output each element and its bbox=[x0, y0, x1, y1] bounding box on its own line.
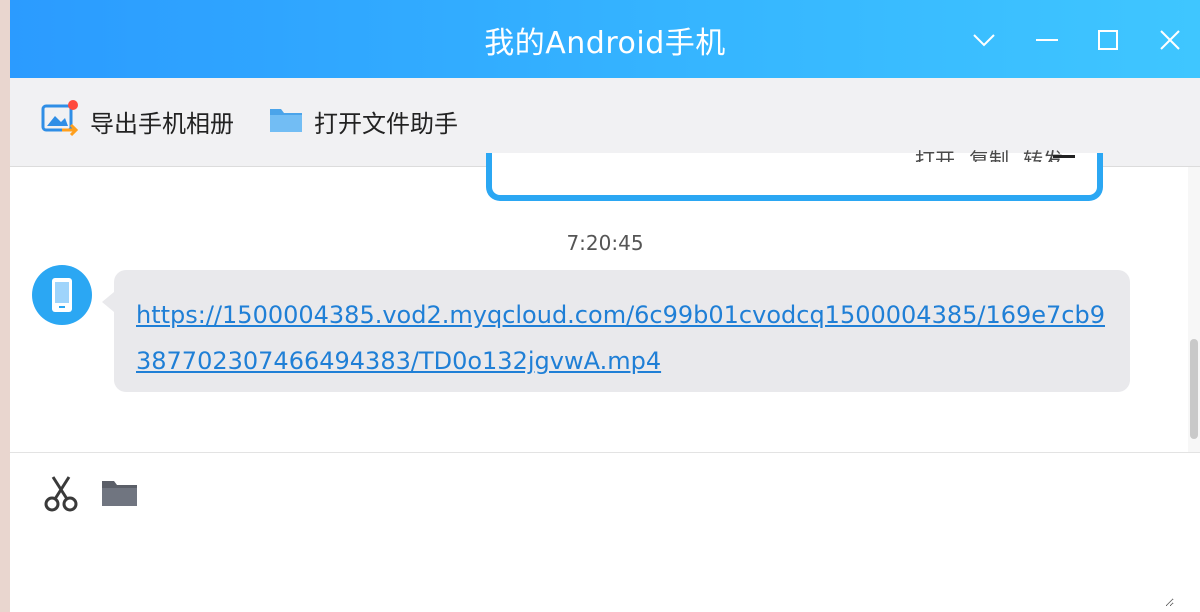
scrollbar-thumb[interactable] bbox=[1190, 339, 1198, 439]
phone-avatar-icon bbox=[32, 265, 92, 325]
title-bar[interactable]: 我的Android手机 bbox=[10, 0, 1200, 78]
open-file-assistant-label: 打开文件助手 bbox=[314, 109, 458, 138]
message-link[interactable]: https://1500004385.vod2.myqcloud.com/6c9… bbox=[136, 292, 1116, 384]
card-menu-dash[interactable] bbox=[1053, 155, 1075, 158]
chat-history[interactable]: 打开 复制 转发 7:20:45 https://1500004385.vod2… bbox=[10, 148, 1200, 452]
card-action-forward[interactable]: 转发 bbox=[1023, 144, 1063, 162]
card-action-open[interactable]: 打开 bbox=[915, 144, 955, 162]
chevron-down-icon[interactable] bbox=[964, 20, 1004, 60]
export-album-icon bbox=[40, 99, 80, 143]
maximize-icon[interactable] bbox=[1088, 20, 1128, 60]
file-card-partial[interactable]: 打开 复制 转发 bbox=[486, 148, 1103, 201]
minimize-icon[interactable] bbox=[1027, 20, 1067, 60]
message-input[interactable] bbox=[30, 523, 1174, 607]
window-title: 我的Android手机 bbox=[484, 26, 726, 61]
close-icon[interactable] bbox=[1150, 20, 1190, 60]
open-file-assistant-button[interactable]: 打开文件助手 bbox=[268, 98, 458, 144]
message-bubble: https://1500004385.vod2.myqcloud.com/6c9… bbox=[102, 270, 1130, 392]
message-timestamp: 7:20:45 bbox=[566, 231, 644, 255]
message-input-area[interactable] bbox=[10, 453, 1200, 612]
chat-scrollbar[interactable] bbox=[1188, 167, 1200, 452]
export-album-button[interactable]: 导出手机相册 bbox=[40, 98, 234, 144]
scissors-icon[interactable] bbox=[41, 473, 81, 513]
card-action-copy[interactable]: 复制 bbox=[969, 144, 1009, 162]
folder-icon[interactable] bbox=[100, 473, 140, 513]
folder-icon bbox=[268, 101, 304, 141]
export-album-label: 导出手机相册 bbox=[90, 109, 234, 138]
app-window: 我的Android手机 导出手机相册 打开文件助手 打开 复制 转发 7:20:… bbox=[10, 0, 1200, 612]
card-actions: 打开 复制 转发 bbox=[915, 144, 1063, 162]
